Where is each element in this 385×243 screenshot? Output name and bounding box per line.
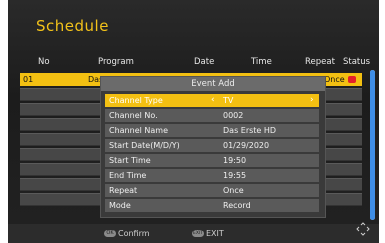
navigation-arrows-icon (356, 222, 370, 236)
exit-label: EXIT (206, 229, 224, 238)
event-add-dialog: Event Add Channel Type ‹ TV › Channel No… (100, 76, 326, 218)
field-value: 01/29/2020 (223, 141, 270, 150)
field-label: Channel Type (109, 96, 163, 105)
field-channel-type[interactable]: Channel Type ‹ TV › (105, 94, 319, 107)
field-label: Start Date(M/D/Y) (109, 141, 180, 150)
col-date: Date (194, 57, 215, 67)
confirm-button[interactable]: OK Confirm (104, 229, 150, 238)
chevron-left-icon[interactable]: ‹ (211, 95, 215, 105)
field-label: Channel Name (109, 126, 168, 135)
exit-key-icon: EXIT (192, 230, 204, 237)
row-no: 01 (23, 75, 34, 84)
field-label: Mode (109, 201, 131, 210)
col-repeat: Repeat (305, 57, 335, 67)
field-channel-name[interactable]: Channel Name Das Erste HD (105, 124, 319, 137)
field-value: Once (223, 186, 244, 195)
field-label: Repeat (109, 186, 138, 195)
field-start-time[interactable]: Start Time 19:50 (105, 154, 319, 167)
page-title: Schedule (36, 17, 109, 35)
col-status: Status (343, 57, 371, 67)
field-repeat[interactable]: Repeat Once (105, 184, 319, 197)
field-label: Start Time (109, 156, 151, 165)
record-status-icon (348, 76, 356, 83)
dialog-title: Event Add (101, 77, 325, 91)
confirm-label: Confirm (118, 229, 150, 238)
field-start-date[interactable]: Start Date(M/D/Y) 01/29/2020 (105, 139, 319, 152)
footer-bar: OK Confirm EXIT EXIT (8, 224, 379, 243)
col-program: Program (98, 57, 134, 67)
field-value: 19:55 (223, 171, 247, 180)
row-repeat: Once (324, 75, 345, 84)
field-channel-no[interactable]: Channel No. 0002 (105, 109, 319, 122)
field-mode[interactable]: Mode Record (105, 199, 319, 212)
ok-key-icon: OK (104, 230, 116, 237)
field-value: 0002 (223, 111, 244, 120)
col-no: No (38, 57, 50, 67)
field-label: End Time (109, 171, 147, 180)
chevron-right-icon[interactable]: › (310, 95, 314, 105)
field-label: Channel No. (109, 111, 158, 120)
field-value: Das Erste HD (223, 126, 277, 135)
scrollbar[interactable] (370, 70, 375, 220)
field-value: TV (223, 96, 234, 105)
field-value: Record (223, 201, 251, 210)
screen: Schedule No Program Date Time Repeat Sta… (8, 0, 379, 243)
scrollbar-thumb[interactable] (370, 70, 375, 220)
field-end-time[interactable]: End Time 19:55 (105, 169, 319, 182)
table-header: No Program Date Time Repeat Status (18, 54, 373, 70)
col-time: Time (251, 57, 272, 67)
exit-button[interactable]: EXIT EXIT (192, 229, 224, 238)
field-value: 19:50 (223, 156, 247, 165)
